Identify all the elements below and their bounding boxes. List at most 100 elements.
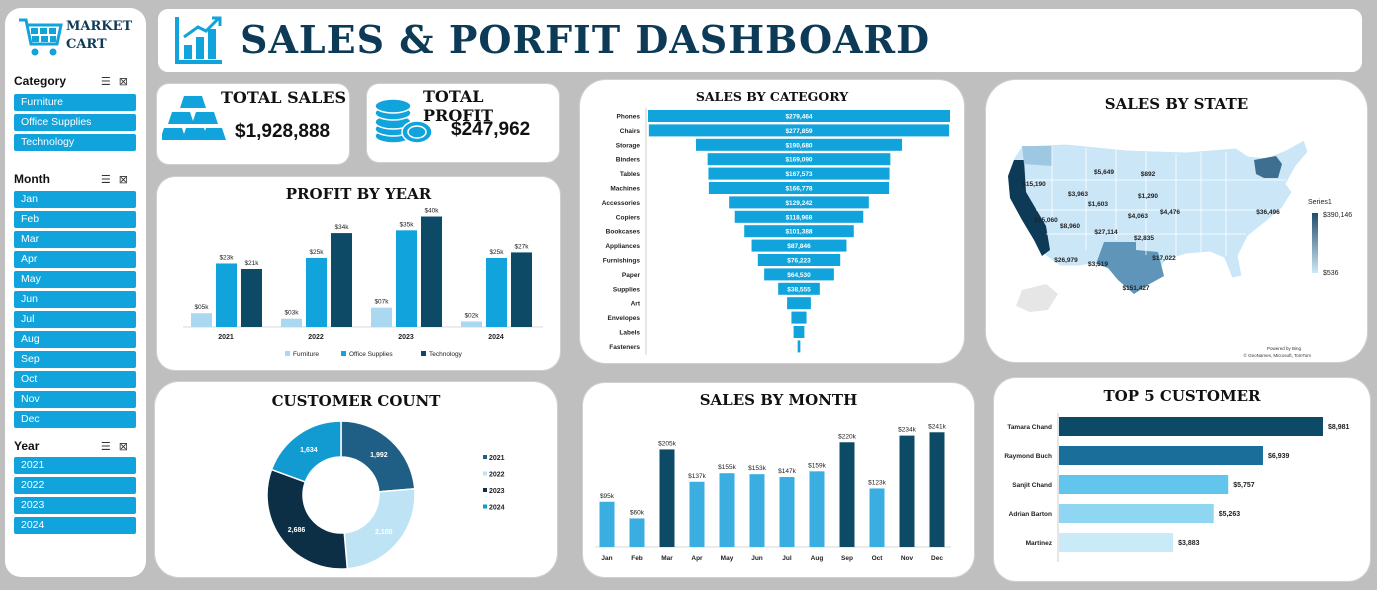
tick-label: Machines (610, 186, 640, 193)
data-label: $02k (464, 312, 479, 319)
bar (216, 263, 237, 327)
slicer-item-mar[interactable]: Mar (14, 231, 136, 248)
map-data-label: $27,114 (1094, 229, 1118, 236)
slicer-item-2022[interactable]: 2022 (14, 477, 136, 494)
data-label: $25k (489, 249, 504, 256)
bar (749, 474, 765, 547)
tick-label: Furnishings (603, 258, 641, 265)
tick-label: Oct (872, 555, 884, 562)
bar (241, 269, 262, 327)
slicer-item-office-supplies[interactable]: Office Supplies (14, 114, 136, 131)
multi-select-icon[interactable]: ☰ (101, 75, 119, 88)
data-label: $153k (748, 465, 766, 472)
alaska-region (1016, 284, 1058, 312)
sidebar: MARKET CART Category ☰⊠ Furniture Office … (5, 8, 146, 577)
brand-line1: MARKET (66, 19, 133, 34)
data-label: $21k (244, 260, 259, 267)
legend-swatch (341, 351, 346, 356)
brand-line2: CART (66, 37, 107, 52)
map-data-label: $17,022 (1152, 255, 1176, 262)
slicer-item-2023[interactable]: 2023 (14, 497, 136, 514)
map-data-label: $4,476 (1160, 209, 1180, 216)
slicer-item-apr[interactable]: Apr (14, 251, 136, 268)
tick-label: Mar (661, 555, 673, 562)
data-label: $137k (688, 473, 706, 480)
clear-filter-icon[interactable]: ⊠ (119, 75, 136, 88)
tick-label: 2021 (218, 334, 234, 341)
map-data-label: $8,960 (1060, 223, 1080, 230)
tick-label: Martinez (1026, 540, 1053, 547)
tick-label: Bookcases (606, 229, 641, 236)
data-label: $159k (808, 462, 826, 469)
legend-swatch (421, 351, 426, 356)
data-label: 2,100 (375, 529, 393, 536)
data-label: $205k (658, 440, 676, 447)
data-label: $5,757 (1233, 482, 1255, 489)
tick-label: Tables (620, 171, 640, 178)
top5-customer-card: TOP 5 CUSTOMER Tamara Chand $8,981 Raymond… (994, 378, 1370, 581)
tick-label: Art (631, 301, 641, 308)
year-slicer-title: Year (14, 439, 40, 453)
slicer-item-aug[interactable]: Aug (14, 331, 136, 348)
slicer-item-dec[interactable]: Dec (14, 411, 136, 428)
legend-max: $390,146 (1323, 212, 1352, 219)
data-label: $277,859 (785, 128, 812, 135)
bar (793, 326, 805, 338)
sales-by-month-chart: $95k Jan $60k Feb $205k Mar $137k Apr $155k May $1… (595, 423, 951, 562)
slicer-item-2021[interactable]: 2021 (14, 457, 136, 474)
slicer-item-feb[interactable]: Feb (14, 211, 136, 228)
map-data-label: $15,060 (1034, 217, 1058, 224)
slicer-item-nov[interactable]: Nov (14, 391, 136, 408)
bar (511, 252, 532, 327)
legend-label: Technology (429, 351, 463, 358)
slicer-item-oct[interactable]: Oct (14, 371, 136, 388)
multi-select-icon[interactable]: ☰ (101, 173, 119, 186)
clear-filter-icon[interactable]: ⊠ (119, 173, 136, 186)
category-slicer-title: Category (14, 74, 67, 88)
bar (1059, 446, 1263, 465)
slicer-item-may[interactable]: May (14, 271, 136, 288)
data-label: $101,388 (785, 229, 812, 236)
clear-filter-icon[interactable]: ⊠ (119, 440, 136, 453)
slicer-item-technology[interactable]: Technology (14, 134, 136, 151)
slicer-item-sep[interactable]: Sep (14, 351, 136, 368)
bar (689, 481, 705, 547)
map-data-label: $5,649 (1094, 169, 1114, 176)
sales-by-state-card: SALES BY STATE Series1 $390,146 $536 Pow… (986, 80, 1367, 362)
slicer-item-jun[interactable]: Jun (14, 291, 136, 308)
bar (306, 257, 327, 327)
page-title: SALES & PORFIT DASHBOARD (240, 17, 931, 62)
bar (486, 257, 507, 327)
data-label: $05k (194, 304, 209, 311)
tick-label: Chairs (620, 128, 641, 135)
tick-label: Jan (601, 555, 612, 562)
bar-chart-growth-icon (175, 16, 222, 64)
bar (371, 307, 392, 327)
data-label: 1,992 (370, 452, 388, 459)
legend-swatch (483, 488, 487, 492)
gold-bars-icon (162, 96, 226, 140)
bar (1059, 504, 1214, 523)
bar (791, 311, 807, 324)
slicer-item-jul[interactable]: Jul (14, 311, 136, 328)
sales-by-category-chart: Phones $279,464 Chairs $277,859 Storage $190,… (602, 108, 950, 355)
tick-label: Sep (841, 555, 853, 562)
year-slicer-controls: ☰⊠ (101, 440, 136, 453)
slicer-item-2024[interactable]: 2024 (14, 517, 136, 534)
slicer-item-jan[interactable]: Jan (14, 191, 136, 208)
category-slicer-controls: ☰⊠ (101, 75, 136, 88)
tick-label: Phones (617, 114, 641, 121)
multi-select-icon[interactable]: ☰ (101, 440, 119, 453)
data-label: $40k (424, 208, 439, 215)
bar (1059, 533, 1174, 552)
legend-label: 2022 (489, 472, 505, 479)
tick-label: Copiers (616, 214, 641, 221)
kpi-title: TOTAL SALES (221, 88, 347, 107)
legend-swatch (483, 471, 487, 476)
brand-name: MARKET CART (66, 18, 132, 54)
bar (869, 488, 885, 547)
data-label: $60k (630, 509, 645, 516)
tick-label: Envelopes (607, 315, 640, 322)
header-bar: SALES & PORFIT DASHBOARD (158, 9, 1362, 72)
slicer-item-furniture[interactable]: Furniture (14, 94, 136, 111)
